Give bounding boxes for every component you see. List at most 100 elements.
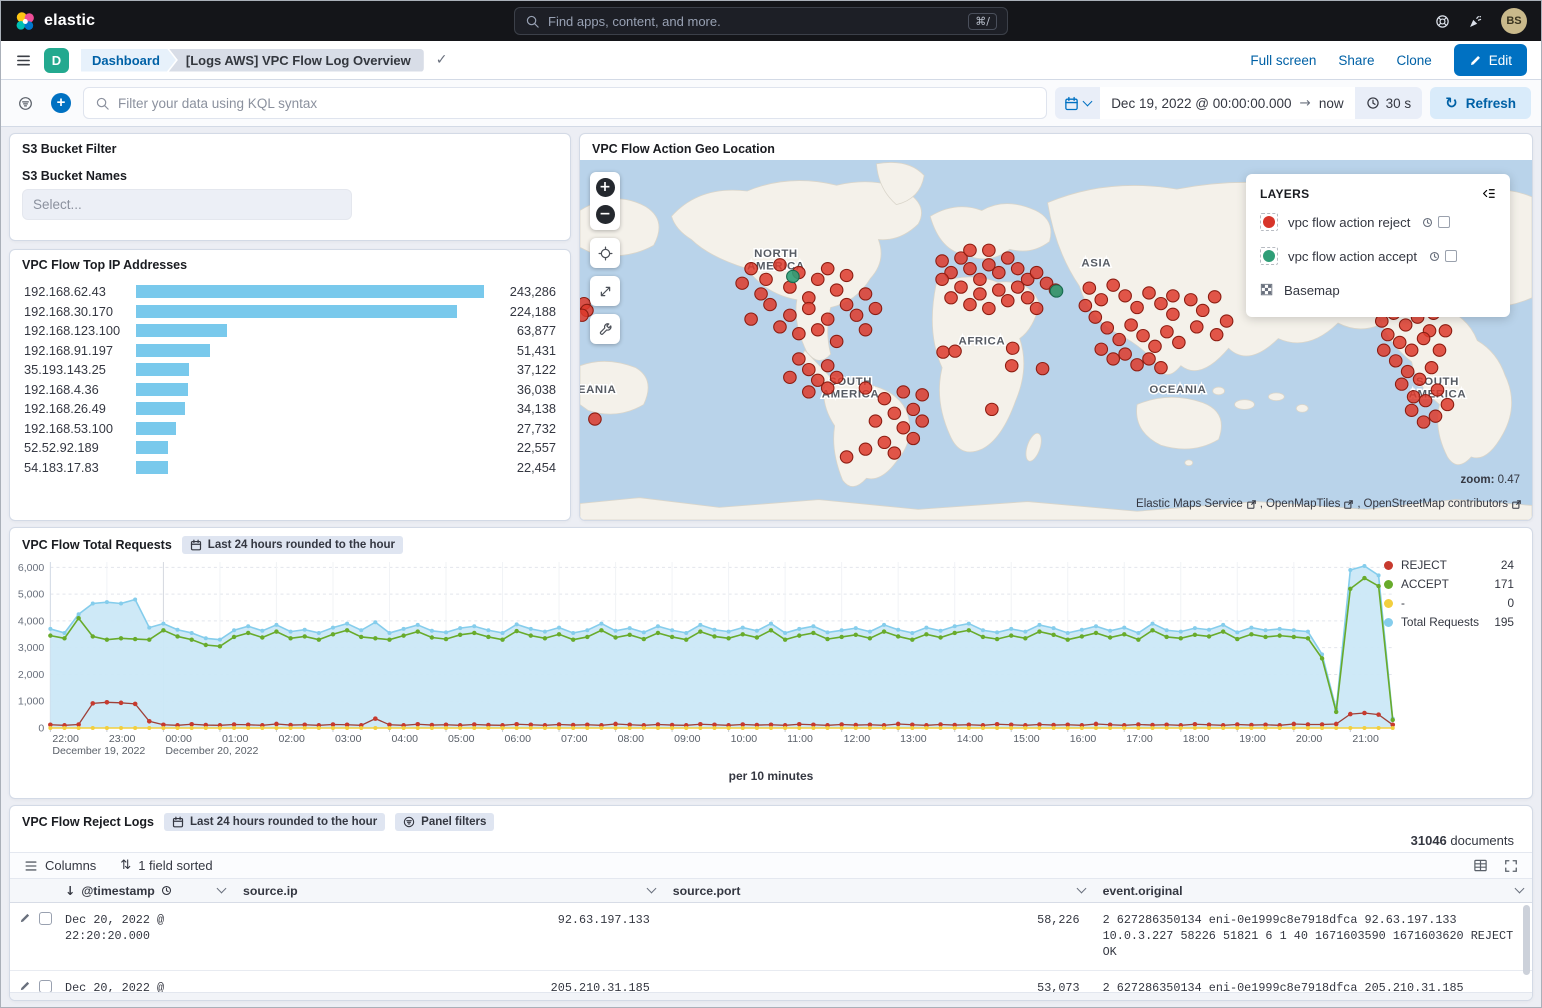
user-avatar[interactable]: BS (1501, 8, 1527, 34)
collapse-layers-icon[interactable] (1481, 186, 1496, 201)
legend-item-REJECT[interactable]: REJECT24 (1384, 558, 1514, 572)
map-expand-button[interactable] (590, 276, 620, 306)
time-badge[interactable]: Last 24 hours rounded to the hour (164, 813, 385, 831)
column-header-timestamp[interactable]: ↓@timestamp (56, 879, 234, 902)
kql-query-input[interactable]: Filter your data using KQL syntax (83, 87, 1047, 119)
zoom-out-button[interactable]: − (596, 205, 615, 224)
calendar-dropdown-button[interactable] (1055, 96, 1100, 111)
share-button[interactable]: Share (1338, 53, 1374, 68)
column-header-source_port[interactable]: source.port (664, 879, 1094, 902)
saved-check-icon: ✓ (436, 52, 448, 68)
elastic-logo[interactable]: elastic (15, 11, 95, 32)
ip-bar[interactable] (136, 324, 227, 337)
document-count: 31046 documents (10, 831, 1532, 852)
world-map[interactable]: NORTHAMERICASOUTHAMERICAAFRICAASIAOCEANI… (580, 160, 1532, 520)
sort-fields-button[interactable]: ⇅ 1 field sorted (120, 858, 212, 873)
legend-value: 0 (1507, 596, 1514, 610)
legend-item-Total-Requests[interactable]: Total Requests195 (1384, 615, 1514, 629)
attribution-link[interactable]: Elastic Maps Service (1136, 498, 1257, 510)
date-range[interactable]: Dec 19, 2022 @ 00:00:00.000 → now (1100, 87, 1354, 119)
ip-bar[interactable] (136, 402, 185, 415)
svg-text:01:00: 01:00 (222, 733, 249, 745)
column-header-event_original[interactable]: event.original (1094, 879, 1532, 902)
add-filter-button[interactable]: + (47, 89, 75, 117)
map-controls: + − (590, 172, 620, 344)
help-icon[interactable] (1435, 14, 1450, 29)
svg-text:December 19, 2022: December 19, 2022 (52, 745, 145, 757)
ip-bar[interactable] (136, 285, 484, 298)
refresh-interval-button[interactable]: 30 s (1355, 96, 1423, 111)
edit-button[interactable]: Edit (1454, 44, 1527, 76)
chevron-down-icon[interactable] (1515, 884, 1525, 894)
ip-bar[interactable] (136, 441, 168, 454)
full-screen-button[interactable]: Full screen (1250, 53, 1316, 68)
layers-title: LAYERS (1260, 187, 1309, 201)
chevron-down-icon[interactable] (1076, 884, 1086, 894)
map-tools-button[interactable] (590, 314, 620, 344)
layer-color-dot (1263, 250, 1275, 262)
columns-button[interactable]: Columns (24, 858, 96, 873)
global-header: elastic Find apps, content, and more. ⌘/… (1, 1, 1541, 41)
total-requests-chart[interactable]: 01,0002,0003,0004,0005,0006,00022:0023:0… (10, 556, 1532, 768)
chevron-down-icon[interactable] (217, 884, 227, 894)
columns-icon (24, 859, 38, 873)
ip-bar[interactable] (136, 461, 168, 474)
expand-document-icon[interactable] (19, 912, 31, 924)
zoom-in-button[interactable]: + (596, 178, 615, 197)
table-vertical-scrollbar[interactable] (1523, 905, 1530, 975)
chevron-down-icon (1083, 96, 1093, 106)
svg-text:00:00: 00:00 (165, 733, 192, 745)
expand-document-icon[interactable] (19, 980, 31, 992)
svg-text:14:00: 14:00 (957, 733, 984, 745)
newsfeed-icon[interactable] (1468, 14, 1483, 29)
table-header-row: ↓@timestampsource.ipsource.portevent.ori… (10, 879, 1532, 903)
ip-address-label: 192.168.62.43 (24, 284, 126, 299)
panel-filters-badge[interactable]: Panel filters (395, 813, 494, 831)
date-start[interactable]: Dec 19, 2022 @ 00:00:00.000 (1111, 96, 1291, 111)
space-badge[interactable]: D (44, 48, 69, 73)
breadcrumb-dashboard[interactable]: Dashboard (81, 49, 176, 72)
global-search-input[interactable]: Find apps, content, and more. ⌘/ (514, 7, 1008, 35)
fit-to-data-button[interactable] (590, 238, 620, 268)
ip-bar[interactable] (136, 363, 189, 376)
svg-text:NORTH: NORTH (754, 248, 798, 260)
time-badge[interactable]: Last 24 hours rounded to the hour (182, 536, 403, 554)
display-options-icon[interactable] (1473, 858, 1488, 873)
ip-bar[interactable] (136, 422, 176, 435)
layer-checkbox[interactable] (1445, 250, 1457, 262)
svg-text:17:00: 17:00 (1126, 733, 1153, 745)
top-ip-bar-chart: 192.168.62.43243,286192.168.30.170224,18… (10, 276, 570, 483)
fullscreen-grid-icon[interactable] (1504, 859, 1518, 873)
layer-item-vpc-flow-action-accept[interactable]: vpc flow action accept (1260, 239, 1496, 273)
clone-button[interactable]: Clone (1396, 53, 1431, 68)
refresh-button[interactable]: ↻ Refresh (1430, 87, 1531, 119)
table-row: Dec 20, 2022 @ 22:20:20.00092.63.197.133… (10, 903, 1532, 971)
row-checkbox[interactable] (39, 912, 52, 925)
layer-checkbox[interactable] (1438, 216, 1450, 228)
attribution-link[interactable]: OpenMapTiles (1266, 498, 1354, 510)
legend-item--[interactable]: -0 (1384, 596, 1514, 610)
ip-address-label: 52.52.92.189 (24, 440, 126, 455)
layer-item-Basemap[interactable]: Basemap (1260, 273, 1496, 307)
svg-text:4,000: 4,000 (18, 615, 45, 627)
ip-bar[interactable] (136, 383, 188, 396)
ip-bar-row: 35.193.143.2537,122 (24, 362, 556, 375)
chevron-down-icon[interactable] (646, 884, 656, 894)
ip-bar[interactable] (136, 305, 457, 318)
attribution-link[interactable]: OpenStreetMap contributors (1364, 498, 1522, 510)
ip-bar-track (136, 363, 484, 376)
table-horizontal-scrollbar[interactable] (10, 992, 1532, 1000)
menu-icon[interactable] (15, 53, 32, 68)
external-link-icon (1343, 499, 1354, 510)
legend-item-ACCEPT[interactable]: ACCEPT171 (1384, 577, 1514, 591)
ip-bar[interactable] (136, 344, 210, 357)
layer-item-vpc-flow-action-reject[interactable]: vpc flow action reject (1260, 205, 1496, 239)
calendar-icon (190, 539, 202, 551)
reject-logs-panel: VPC Flow Reject Logs Last 24 hours round… (9, 805, 1533, 1001)
s3-bucket-select[interactable]: Select... (22, 189, 352, 220)
column-header-source_ip[interactable]: source.ip (234, 879, 664, 902)
date-end[interactable]: now (1319, 96, 1344, 111)
total-requests-panel: VPC Flow Total Requests Last 24 hours ro… (9, 527, 1533, 799)
saved-query-icon[interactable] (11, 89, 39, 117)
ip-bar-row: 52.52.92.18922,557 (24, 440, 556, 453)
